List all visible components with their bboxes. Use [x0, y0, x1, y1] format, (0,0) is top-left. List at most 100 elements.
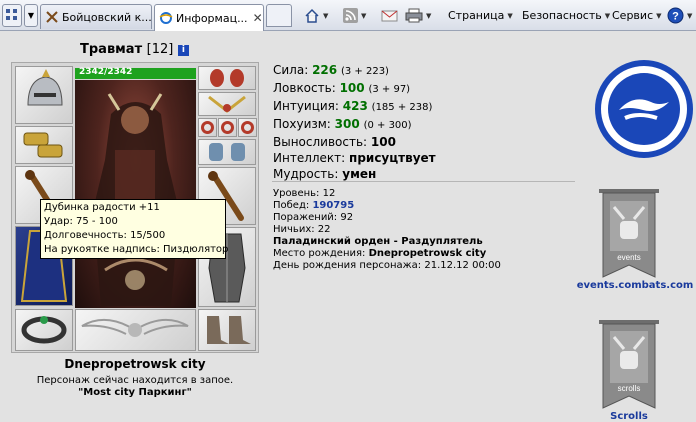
bracers-icon: [23, 132, 63, 158]
ring-slot-3[interactable]: [238, 118, 257, 137]
stat-label: Ловкость:: [273, 81, 336, 95]
stat-intuition: Интуиция: 423 (185 + 238): [273, 98, 436, 116]
security-menu[interactable]: Безопасность ▼: [522, 6, 610, 25]
info-label: Ничьих:: [273, 224, 315, 235]
stat-wisdom: Мудрость: умен: [273, 166, 436, 182]
ring-icon: [241, 121, 254, 134]
tab-list-dropdown[interactable]: ▼: [24, 4, 38, 27]
home-button[interactable]: ▼: [304, 6, 328, 25]
stat-value: 100: [339, 81, 365, 95]
info-losses: Поражений: 92: [273, 212, 501, 224]
info-label: Побед:: [273, 200, 310, 211]
character-portrait: [75, 80, 196, 308]
earrings-slot[interactable]: [198, 66, 256, 90]
info-value: 21.12.12 00:00: [424, 260, 501, 271]
close-tab-icon[interactable]: ✕: [253, 11, 263, 25]
chevron-down-icon: ▼: [426, 11, 432, 20]
ie-page-icon: [159, 12, 173, 24]
clan-emblem-icon[interactable]: [595, 60, 693, 158]
stats-divider: [272, 181, 575, 182]
character-title: Травмат [12] i: [80, 42, 189, 57]
printer-icon: [405, 8, 423, 23]
gloves-slot[interactable]: [198, 139, 256, 165]
info-label: День рождения персонажа:: [273, 260, 422, 271]
tooltip-item-name: Дубинка радости +11: [44, 202, 160, 213]
character-name: Травмат: [80, 42, 143, 57]
quick-tabs-button[interactable]: [2, 4, 22, 27]
info-order: Паладинский орден - Раздуплятель: [273, 236, 483, 247]
scrolls-banner-text: scrolls: [618, 384, 641, 393]
stat-value: умен: [342, 167, 377, 181]
info-label: Уровень:: [273, 188, 320, 199]
events-banner[interactable]: events: [598, 185, 660, 278]
stat-label: Мудрость:: [273, 167, 339, 181]
info-icon[interactable]: i: [177, 45, 189, 56]
tab-info[interactable]: Информац... ✕: [154, 4, 264, 31]
chevron-down-icon: ▼: [323, 11, 329, 20]
scrolls-banner[interactable]: scrolls: [598, 317, 660, 409]
info-birthday: День рождения персонажа: 21.12.12 00:00: [273, 260, 501, 272]
tab-combats[interactable]: Бойцовский к...: [40, 4, 152, 29]
ring-slot-1[interactable]: [198, 118, 217, 137]
stat-label: Интеллект:: [273, 151, 346, 165]
tab-label: Информац...: [176, 11, 248, 25]
info-label: Место рождения:: [273, 248, 366, 259]
wins-link[interactable]: 190795: [312, 200, 354, 211]
stat-bonus: (3 + 223): [340, 66, 389, 77]
rss-icon: [343, 8, 358, 23]
ring-slot-2[interactable]: [218, 118, 237, 137]
item-tooltip: Дубинка радости +11 Удар: 75 - 100 Долго…: [40, 199, 228, 259]
stat-bonus: (185 + 238): [371, 102, 433, 113]
info-level: Уровень: 12: [273, 188, 501, 200]
tooltip-damage: Удар: 75 - 100: [44, 216, 118, 227]
chevron-down-icon: ▼: [507, 11, 513, 20]
helmet-icon: [27, 69, 63, 106]
bracers-slot[interactable]: [15, 126, 73, 164]
tab-label: Бойцовский к...: [62, 10, 152, 24]
svg-text:?: ?: [672, 11, 679, 23]
helmet-slot[interactable]: [15, 66, 73, 124]
page-menu[interactable]: Страница ▼: [448, 6, 513, 25]
stat-label: Сила:: [273, 63, 309, 77]
help-icon: ?: [667, 7, 684, 24]
status-line: Персонаж сейчас находится в запое.: [36, 375, 234, 386]
print-button[interactable]: ▼: [405, 6, 431, 25]
chevron-down-icon: ▼: [361, 11, 367, 20]
character-level-badge: [12]: [146, 42, 174, 57]
events-banner-text: events: [617, 253, 641, 262]
boots-slot[interactable]: [198, 309, 256, 351]
hp-bar: 2342/2342: [75, 67, 196, 79]
stat-value: 226: [312, 63, 338, 77]
belt-slot[interactable]: [75, 309, 196, 351]
tools-menu[interactable]: Сервис ▼: [612, 6, 662, 25]
stat-bonus: (0 + 300): [363, 120, 412, 131]
stat-bonus: (3 + 97): [368, 84, 411, 95]
info-value: 22: [317, 224, 331, 235]
scrolls-link[interactable]: Scrolls: [598, 411, 660, 422]
ring-slot[interactable]: [15, 309, 73, 351]
security-menu-label: Безопасность: [522, 9, 602, 22]
wings-fist-emblem-icon: [81, 319, 189, 337]
crossed-swords-icon: [46, 11, 58, 23]
help-button[interactable]: ? ▼: [667, 6, 692, 25]
new-tab-button[interactable]: [266, 4, 292, 27]
info-value: 92: [340, 212, 354, 223]
boots-icon: [207, 316, 251, 344]
gloves-icon: [209, 143, 245, 161]
feeds-button[interactable]: ▼: [343, 6, 366, 25]
city-name: Dnepropetrowsk city: [64, 357, 206, 371]
info-wins: Побед: 190795: [273, 200, 501, 212]
amulet-slot[interactable]: [198, 92, 256, 116]
stat-label: Интуиция:: [273, 99, 339, 113]
events-link[interactable]: events.combats.com: [574, 280, 696, 291]
mail-button[interactable]: [381, 6, 398, 25]
stat-endurance: Выносливость: 100: [273, 134, 436, 150]
stat-strength: Сила: 226 (3 + 223): [273, 62, 436, 80]
hp-text: 2342/2342: [79, 67, 133, 77]
stat-label: Похуизм:: [273, 117, 331, 131]
mail-icon: [381, 10, 398, 21]
page-menu-label: Страница: [448, 9, 505, 22]
earrings-icon: [210, 69, 244, 87]
character-info: Уровень: 12 Побед: 190795 Поражений: 92 …: [273, 188, 501, 272]
home-icon: [305, 8, 319, 23]
